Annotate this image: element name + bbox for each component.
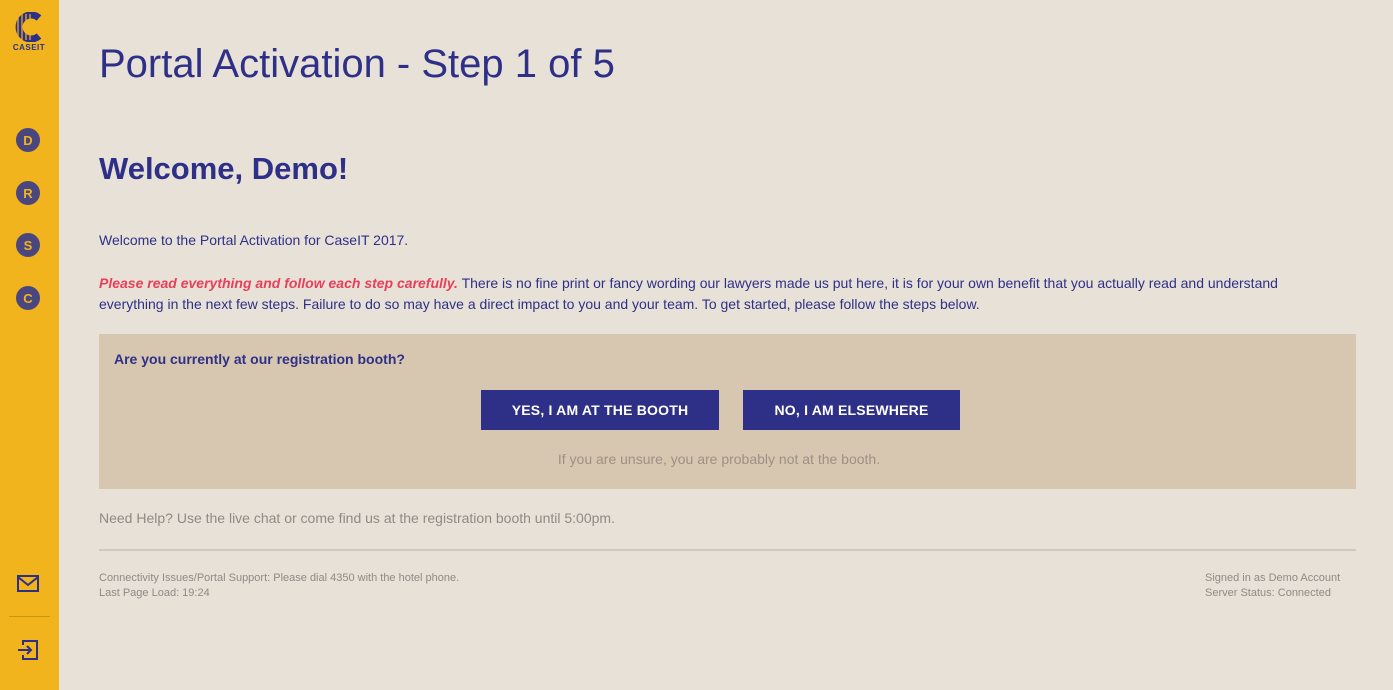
nav-item-r-letter: R [23, 185, 33, 201]
caseit-logo-icon [15, 12, 42, 42]
footer-divider [99, 549, 1356, 551]
booth-question: Are you currently at our registration bo… [114, 351, 405, 367]
sidebar: CASEIT D R S C [0, 0, 59, 690]
last-page-load: Last Page Load: 19:24 [99, 587, 210, 599]
instructions-paragraph: Please read everything and follow each s… [99, 273, 1299, 315]
sidebar-divider [9, 616, 50, 617]
elsewhere-button[interactable]: NO, I AM ELSEWHERE [743, 390, 960, 430]
intro-text: Welcome to the Portal Activation for Cas… [99, 232, 409, 248]
page-title: Portal Activation - Step 1 of 5 [99, 42, 615, 86]
footer-left: Connectivity Issues/Portal Support: Plea… [99, 571, 459, 601]
sign-out-icon[interactable] [17, 640, 39, 665]
support-text: Connectivity Issues/Portal Support: Plea… [99, 572, 460, 584]
nav-item-d-letter: D [23, 132, 33, 148]
nav-item-s[interactable]: S [16, 233, 40, 257]
mail-icon[interactable] [17, 575, 39, 597]
nav-item-d[interactable]: D [16, 128, 40, 152]
caseit-logo[interactable]: CASEIT [11, 12, 47, 52]
nav-item-c-letter: C [23, 290, 33, 306]
footer-right: Signed in as Demo Account Server Status:… [1205, 571, 1340, 601]
signed-in-text: Signed in as Demo Account [1205, 572, 1341, 584]
server-status: Server Status: Connected [1205, 587, 1331, 599]
warning-text: Please read everything and follow each s… [99, 275, 458, 291]
at-booth-button[interactable]: YES, I AM AT THE BOOTH [481, 390, 719, 430]
nav-item-s-letter: S [23, 237, 33, 253]
booth-hint: If you are unsure, you are probably not … [557, 451, 881, 467]
welcome-heading: Welcome, Demo! [99, 151, 349, 186]
nav-item-r[interactable]: R [16, 181, 40, 205]
nav-item-c[interactable]: C [16, 286, 40, 310]
help-text: Need Help? Use the live chat or come fin… [99, 510, 615, 526]
booth-panel: Are you currently at our registration bo… [99, 334, 1356, 489]
logo-text: CASEIT [12, 43, 46, 52]
